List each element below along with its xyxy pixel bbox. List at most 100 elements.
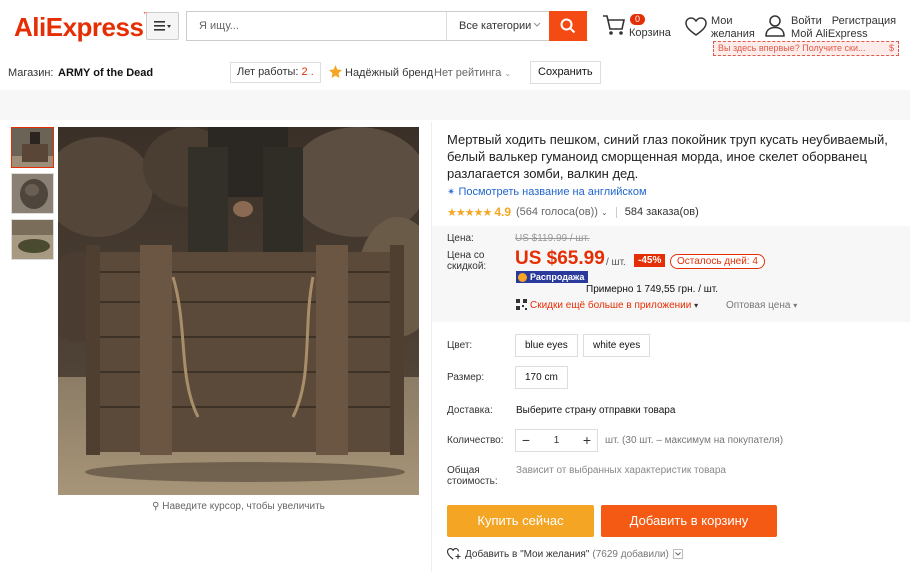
register-link[interactable]: Регистрация	[832, 15, 896, 27]
add-to-wishlist-text: Добавить в "Мои желания"	[465, 548, 590, 560]
search-icon	[560, 18, 576, 34]
store-label: Магазин:	[8, 67, 54, 79]
qr-code-icon	[516, 299, 527, 310]
translate-icon: ✴	[447, 187, 456, 198]
quantity-input[interactable]: 1	[536, 430, 577, 451]
search-input[interactable]	[187, 12, 447, 40]
quantity-label: Количество:	[447, 435, 504, 446]
wishlist-count: (7629 добавили)	[592, 548, 669, 560]
search-button[interactable]	[549, 11, 587, 41]
thumbnail-3[interactable]	[11, 219, 54, 260]
rating-separator	[615, 206, 617, 218]
rating-row: ★★★★★ 4.9 (564 голоса(ов)) ⌄ 584 заказа(…	[447, 205, 699, 219]
sale-price: US $65.99	[515, 248, 605, 269]
store-rating-dropdown[interactable]: Нет рейтинга ⌄	[434, 67, 511, 79]
store-years-label: Лет работы:	[237, 66, 299, 78]
cart-link[interactable]: Корзина	[629, 27, 671, 39]
trusted-brand-label: Надёжный бренд	[345, 67, 434, 79]
category-select-label: Все категории	[459, 20, 532, 32]
total-label: Общая стоимость:	[447, 465, 498, 487]
add-to-wishlist[interactable]: Добавить в "Мои желания" (7629 добавили)	[447, 548, 683, 560]
thumbnail-2-image	[12, 174, 53, 213]
wishlist-label-line1: Мои	[711, 15, 733, 27]
wooden-crate-photo	[58, 127, 419, 495]
buy-now-button[interactable]: Купить сейчас	[447, 505, 594, 537]
add-to-cart-button[interactable]: Добавить в корзину	[601, 505, 777, 537]
rating-votes-text: (564 голоса(ов))	[516, 206, 598, 218]
quantity-note: шт. (30 шт. – максимум на покупателя)	[605, 435, 784, 446]
caret-down-icon: ▾	[694, 301, 699, 310]
rating-stars: ★★★★★	[447, 206, 492, 219]
account-area: Войти Регистрация Мой AliExpress	[791, 15, 896, 41]
orders-count: 584 заказа(ов)	[624, 206, 699, 218]
rating-votes-dropdown[interactable]: (564 голоса(ов)) ⌄	[516, 206, 608, 218]
store-years-value: 2 .	[301, 66, 314, 78]
main-product-image[interactable]	[58, 127, 419, 495]
promo-amount: $	[888, 43, 894, 53]
thumbnail-1[interactable]	[11, 127, 54, 168]
discount-badge: -45%	[634, 254, 666, 267]
sale-price-label-line1: Цена со	[447, 250, 485, 261]
save-store-button[interactable]: Сохранить	[530, 61, 601, 84]
quantity-stepper: − 1 +	[515, 429, 598, 452]
color-option-white-eyes[interactable]: white eyes	[583, 334, 651, 357]
size-label: Размер:	[447, 372, 485, 383]
rating-score: 4.9	[494, 205, 511, 219]
quantity-decrease-button[interactable]: −	[516, 430, 536, 451]
wholesale-price-text: Оптовая цена	[726, 300, 791, 311]
total-label-line1: Общая	[447, 465, 480, 476]
promo-text: Вы здесь впервые? Получите ски...	[718, 43, 866, 53]
sale-badge: Распродажа	[516, 271, 589, 283]
product-title: Мертвый ходить пешком, синий глаз покойн…	[447, 132, 888, 181]
size-option[interactable]: 170 cm	[515, 366, 568, 389]
app-discount-dropdown[interactable]: Скидки ещё больше в приложении ▾	[530, 300, 698, 311]
user-icon[interactable]	[765, 15, 785, 37]
categories-menu-button[interactable]	[146, 12, 179, 40]
thumbnail-1-image	[12, 128, 53, 167]
cart-count-badge: 0	[630, 14, 646, 25]
total-value: Зависит от выбранных характеристик товар…	[516, 465, 726, 476]
trusted-brand-icon	[329, 65, 342, 78]
sale-icon	[518, 273, 527, 282]
store-name-link[interactable]: ARMY of the Dead	[58, 67, 153, 79]
heart-icon[interactable]	[685, 17, 707, 37]
search-bar: Все категории	[186, 11, 588, 41]
category-select[interactable]: Все категории	[446, 12, 551, 40]
price-unit: / шт.	[606, 257, 626, 268]
site-header: AliExpress™ Все категории 0 Корзина Мои …	[0, 0, 910, 58]
wishlist-label-line2: желания	[711, 28, 755, 40]
original-price: US $119.99 / шт.	[515, 233, 590, 244]
wishlist-dropdown-toggle[interactable]	[672, 549, 683, 559]
quantity-increase-button[interactable]: +	[577, 430, 597, 451]
store-rating-label: Нет рейтинга	[434, 67, 502, 79]
chevron-down-icon: ⌄	[601, 208, 608, 217]
wishlist-link[interactable]: Мои желания	[711, 15, 755, 41]
chevron-down-icon	[674, 552, 681, 556]
sale-price-label-line2: скидкой:	[447, 261, 487, 272]
cart-icon[interactable]	[602, 14, 626, 36]
zoom-icon: ⚲	[152, 501, 160, 512]
sale-price-label: Цена со скидкой:	[447, 250, 486, 272]
new-user-promo-banner[interactable]: Вы здесь впервые? Получите ски... $	[713, 41, 899, 56]
aliexpress-logo[interactable]: AliExpress™	[14, 12, 149, 43]
color-label: Цвет:	[447, 340, 473, 351]
translate-title-link[interactable]: ✴ Посмотреть название на английском	[447, 186, 647, 198]
app-discount-text: Скидки ещё больше в приложении	[530, 300, 692, 311]
thumbnail-3-image	[12, 220, 53, 259]
chevron-down-icon: ⌄	[504, 69, 512, 78]
shipping-label: Доставка:	[447, 405, 493, 416]
zoom-hint-text: Наведите курсор, чтобы увеличить	[162, 501, 325, 512]
days-left-badge: Осталось дней: 4	[670, 254, 765, 269]
shipping-value[interactable]: Выберите страну отправки товара	[516, 405, 675, 416]
chevron-down-icon	[533, 22, 541, 27]
approx-local-price: Примерно 1 749,55 грн. / шт.	[586, 284, 719, 295]
color-option-blue-eyes[interactable]: blue eyes	[515, 334, 578, 357]
store-years-badge: Лет работы: 2 .	[230, 62, 321, 83]
login-link[interactable]: Войти	[791, 15, 822, 27]
breadcrumb-band	[0, 90, 910, 120]
total-label-line2: стоимость:	[447, 476, 498, 487]
wholesale-price-dropdown[interactable]: Оптовая цена ▾	[726, 300, 797, 311]
my-aliexpress-link[interactable]: Мой AliExpress	[791, 28, 896, 41]
thumbnail-2[interactable]	[11, 173, 54, 214]
translate-link-text: Посмотреть название на английском	[458, 186, 647, 198]
